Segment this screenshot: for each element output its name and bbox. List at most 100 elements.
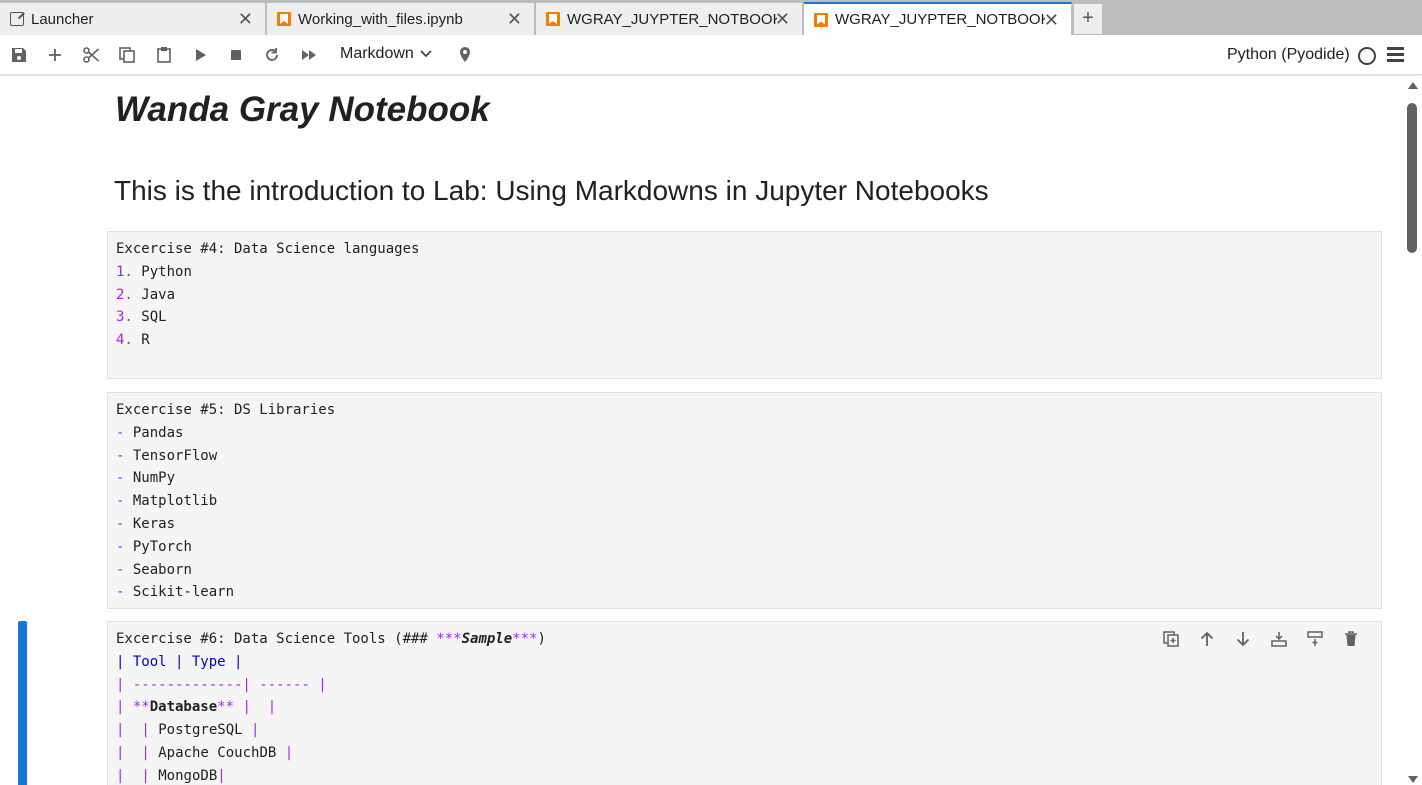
run-icon[interactable] — [189, 44, 211, 66]
list-number: 1. — [116, 263, 133, 280]
list-item: - NumPy — [116, 467, 1373, 490]
heading-text: Excercise #6: Data Science Tools (### — [116, 631, 437, 647]
list-text: NumPy — [132, 470, 176, 487]
cell-type-dropdown[interactable]: Markdown — [340, 45, 432, 63]
vertical-scrollbar[interactable] — [1402, 78, 1422, 785]
tab-label: WGRAY_JUYPTER_NOTBOOK — [567, 10, 777, 28]
tab-launcher[interactable]: Launcher ✕ — [0, 3, 266, 35]
table-pipe: | — [116, 699, 133, 716]
list-text: PyTorch — [132, 538, 192, 555]
markdown-marker: *** — [436, 631, 462, 647]
list-bullet: - — [116, 493, 125, 510]
add-cell-icon[interactable] — [44, 44, 66, 66]
tab-working-with-files[interactable]: Working_with_files.ipynb ✕ — [267, 3, 535, 35]
launcher-icon — [10, 12, 24, 26]
list-item: - Scikit-learn — [116, 581, 1373, 604]
list-text: Scikit-learn — [132, 584, 235, 601]
notebook-toolbar: Markdown Python (Pyodide) — [0, 35, 1422, 75]
notebook-icon — [546, 12, 560, 26]
list-text: Matplotlib — [132, 493, 218, 510]
insert-above-icon[interactable] — [1261, 628, 1297, 650]
move-up-icon[interactable] — [1189, 628, 1225, 650]
notebook-icon — [277, 12, 291, 26]
list-item: 1. Python — [116, 261, 1373, 284]
tab-wgray-notebook-2[interactable]: WGRAY_JUYPTER_NOTBOOK ✕ — [804, 2, 1072, 35]
list-text: Pandas — [132, 424, 184, 441]
close-icon[interactable]: ✕ — [507, 9, 522, 30]
tab-label: WGRAY_JUYPTER_NOTBOOK — [835, 11, 1045, 28]
table-separator: | -------------| ------ | — [116, 676, 327, 693]
tab-label: Launcher — [31, 10, 94, 28]
table-pipe: | — [251, 722, 260, 739]
table-row: | | PostgreSQL | — [116, 722, 260, 739]
chevron-down-icon — [420, 50, 432, 58]
restart-icon[interactable] — [261, 44, 283, 66]
list-item: - TensorFlow — [116, 445, 1373, 468]
scroll-up-icon[interactable] — [1408, 82, 1418, 89]
list-item: 4. R — [116, 329, 1373, 352]
tab-label: Working_with_files.ipynb — [298, 10, 463, 28]
notebook-icon — [814, 12, 828, 27]
markdown-cell-languages[interactable]: Excercise #4: Data Science languages 1. … — [107, 231, 1382, 379]
cell-heading: Excercise #4: Data Science languages — [116, 241, 420, 257]
paste-icon[interactable] — [153, 44, 175, 66]
stop-icon[interactable] — [225, 44, 247, 66]
duplicate-cell-icon[interactable] — [1153, 628, 1189, 650]
table-row: | | Apache CouchDB | — [116, 744, 294, 761]
list-bullet: - — [116, 515, 125, 532]
tab-bar: Launcher ✕ Working_with_files.ipynb ✕ WG… — [0, 0, 1422, 35]
list-bullet: - — [116, 538, 125, 555]
list-text: Python — [141, 263, 192, 280]
notebook-panel: Wanda Gray Notebook This is the introduc… — [0, 76, 1422, 785]
list-item: - Seaborn — [116, 559, 1373, 582]
heading-text: ) — [537, 631, 546, 647]
list-item: - Matplotlib — [116, 490, 1373, 513]
cell-type-label: Markdown — [340, 45, 414, 62]
table-pipe: | — [217, 767, 226, 784]
active-cell-indicator — [18, 621, 27, 785]
table-pipe: | — [141, 722, 150, 739]
table-pipe: | — [284, 744, 294, 761]
new-tab-button[interactable]: + — [1074, 4, 1102, 34]
emphasis-text: Sample — [461, 631, 513, 647]
location-pin-icon[interactable] — [454, 44, 476, 66]
list-number: 3. — [116, 309, 133, 326]
list-item: 3. SQL — [116, 306, 1373, 329]
table-pipe: | | — [234, 699, 277, 716]
cut-icon[interactable] — [80, 44, 102, 66]
markdown-marker: ** — [217, 699, 235, 716]
table-pipe: | — [141, 744, 150, 761]
list-number: 4. — [116, 332, 133, 349]
intro-heading: This is the introduction to Lab: Using M… — [114, 175, 989, 206]
list-bullet: - — [116, 447, 125, 464]
markdown-cell-libraries[interactable]: Excercise #5: DS Libraries - Pandas - Te… — [107, 392, 1382, 609]
copy-icon[interactable] — [116, 44, 138, 66]
table-row: | **Database** | | — [116, 696, 1373, 719]
list-text: Java — [141, 286, 176, 303]
table-header: | Tool | Type | — [116, 653, 243, 670]
bold-text: Database — [149, 699, 218, 716]
run-all-icon[interactable] — [298, 44, 320, 66]
markdown-cell-tools[interactable]: Excercise #6: Data Science Tools (### **… — [107, 621, 1382, 785]
list-bullet: - — [116, 584, 125, 601]
markdown-marker: *** — [512, 631, 538, 647]
delete-icon[interactable] — [1333, 628, 1369, 650]
kernel-name[interactable]: Python (Pyodide) — [1227, 46, 1350, 64]
list-text: R — [141, 332, 150, 349]
cell-toolbar — [1153, 628, 1369, 650]
kernel-status-icon — [1358, 47, 1376, 65]
list-item: - PyTorch — [116, 536, 1373, 559]
close-icon[interactable]: ✕ — [238, 9, 253, 30]
save-icon[interactable] — [8, 44, 30, 66]
notebook-title: Wanda Gray Notebook — [115, 90, 490, 129]
scrollbar-thumb[interactable] — [1407, 103, 1417, 253]
scroll-down-icon[interactable] — [1408, 776, 1418, 783]
move-down-icon[interactable] — [1225, 628, 1261, 650]
tab-wgray-notebook-1[interactable]: WGRAY_JUYPTER_NOTBOOK ✕ — [536, 3, 803, 35]
insert-below-icon[interactable] — [1297, 628, 1333, 650]
list-bullet: - — [116, 561, 125, 578]
close-icon[interactable]: ✕ — [775, 9, 790, 30]
menu-icon[interactable] — [1387, 47, 1404, 62]
close-icon[interactable]: ✕ — [1044, 10, 1059, 31]
cell-heading: Excercise #5: DS Libraries — [116, 402, 336, 418]
